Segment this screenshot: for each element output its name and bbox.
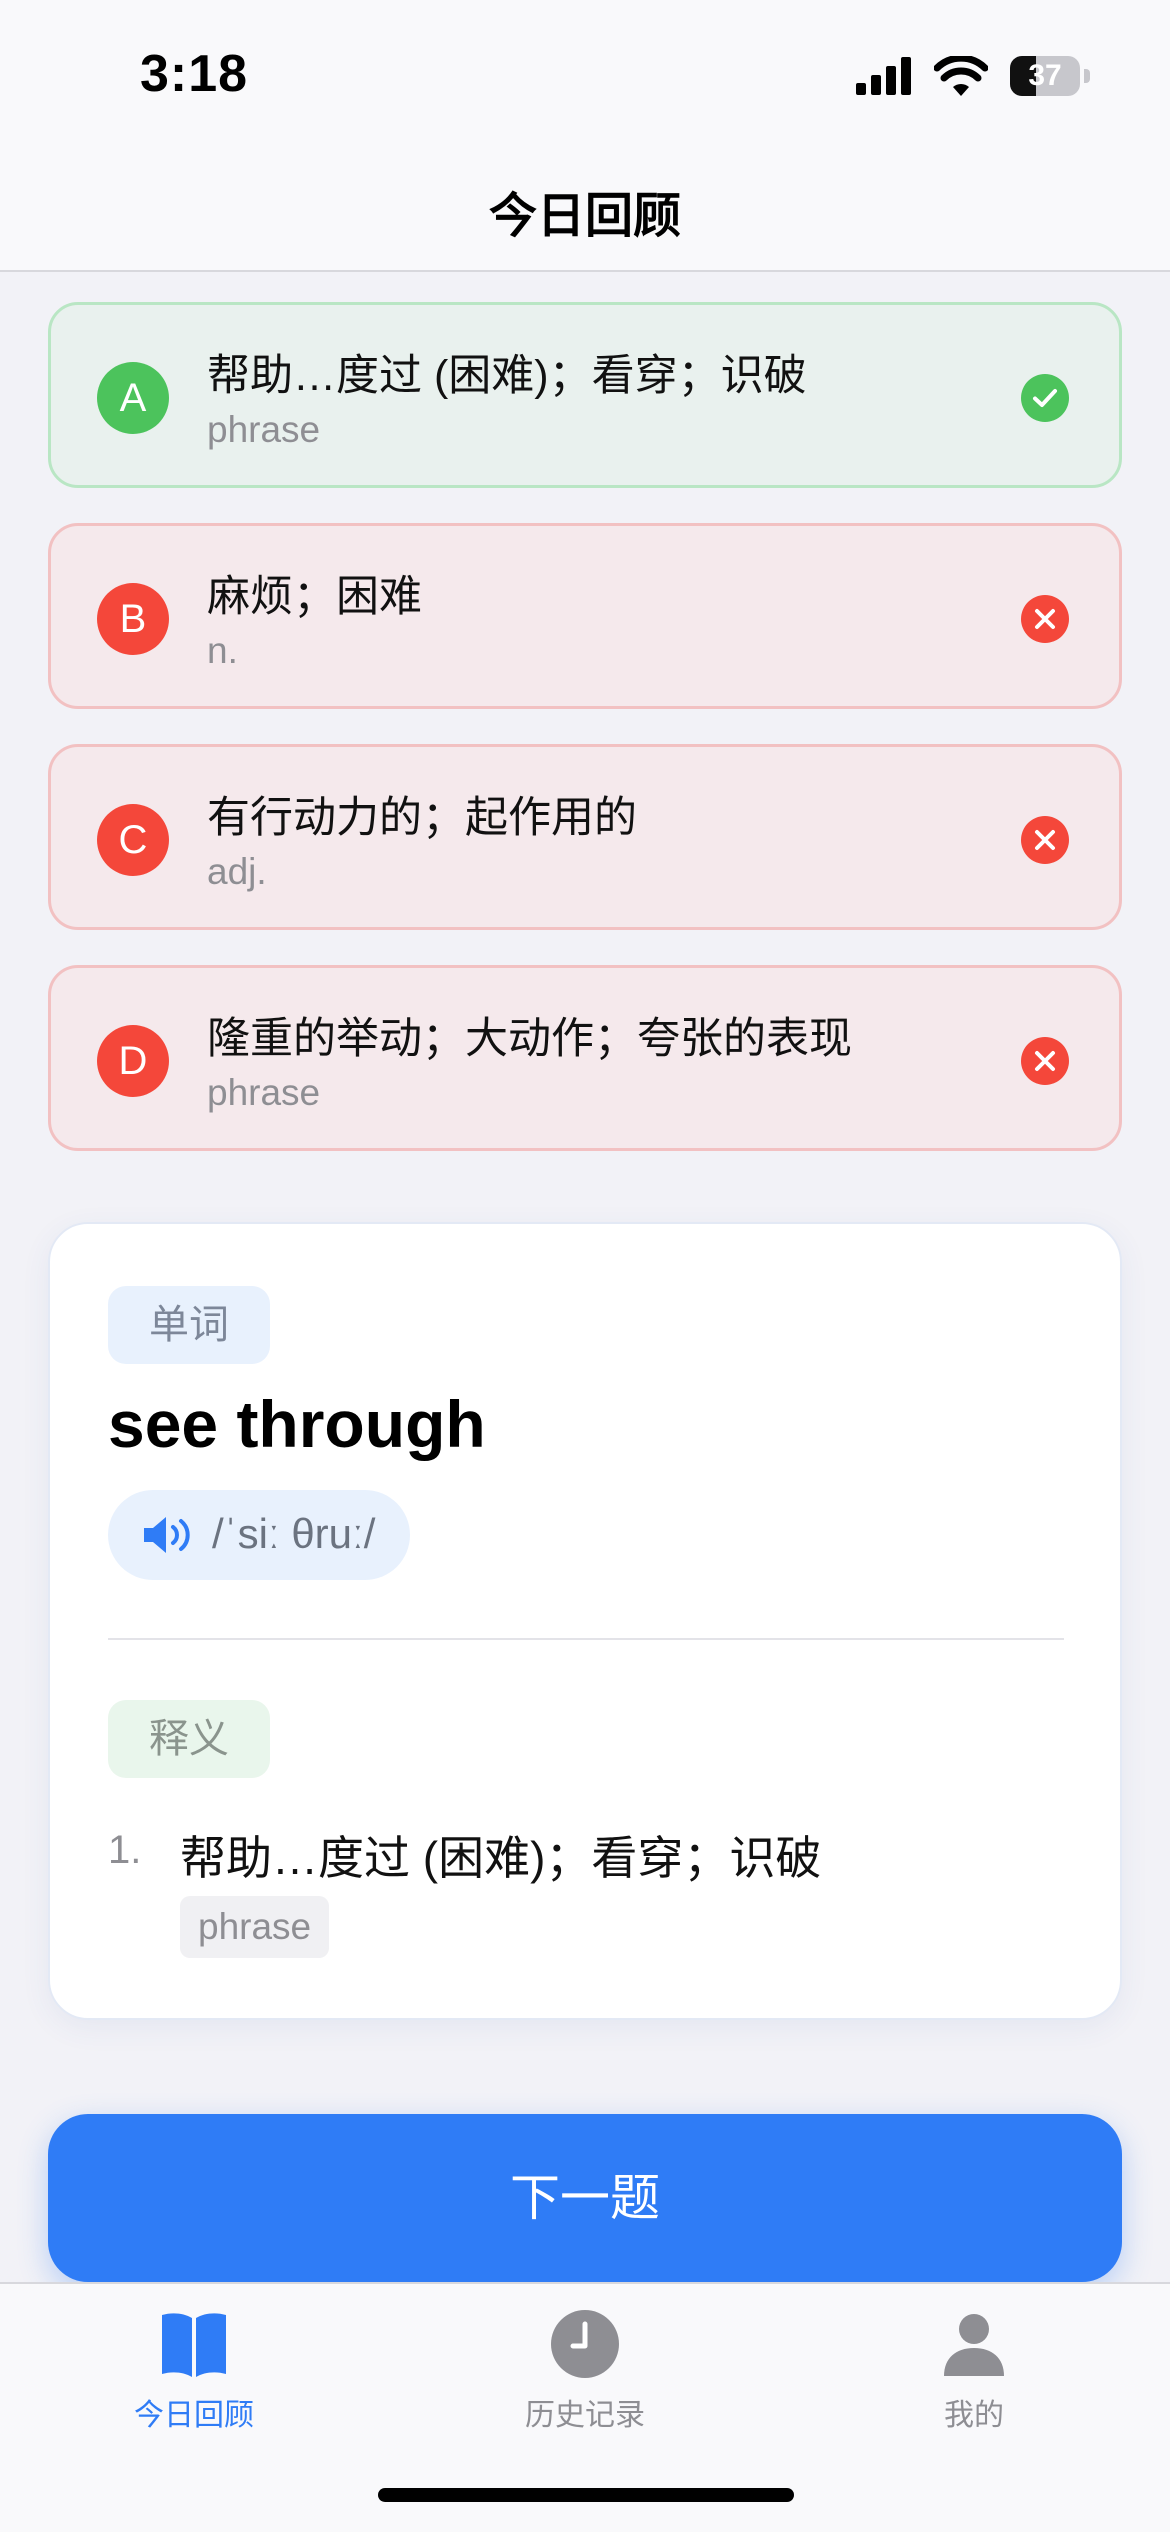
battery-icon: 37 (1010, 56, 1090, 96)
check-circle-icon (1021, 374, 1069, 422)
word-badge: 单词 (108, 1286, 270, 1364)
option-letter: C (97, 804, 169, 876)
tab-history[interactable]: 历史记录 (465, 2304, 705, 2444)
x-circle-icon (1021, 816, 1069, 864)
person-icon (944, 2314, 1004, 2376)
tab-label: 今日回顾 (134, 2399, 254, 2432)
definition-index: 1. (108, 1828, 142, 1872)
option-c[interactable]: C 有行动力的；起作用的 adj. (48, 744, 1122, 930)
wifi-icon (934, 56, 988, 96)
battery-level: 37 (1028, 59, 1062, 92)
status-icons: 37 (856, 56, 1090, 96)
option-part-of-speech: phrase (207, 409, 321, 450)
tab-today-review[interactable]: 今日回顾 (74, 2304, 314, 2444)
option-b[interactable]: B 麻烦；困难 n. (48, 523, 1122, 709)
x-circle-icon (1021, 595, 1069, 643)
clock-icon (551, 2310, 619, 2378)
option-text: 有行动力的；起作用的 (207, 794, 637, 842)
book-icon (162, 2313, 226, 2377)
tab-label: 历史记录 (525, 2399, 645, 2432)
option-letter: B (97, 583, 169, 655)
home-indicator[interactable] (378, 2488, 794, 2502)
option-part-of-speech: adj. (207, 851, 267, 892)
option-text: 麻烦；困难 (207, 573, 422, 621)
next-question-button[interactable]: 下一题 (48, 2114, 1122, 2282)
definition-part-of-speech: phrase (180, 1896, 330, 1958)
phonetic-text: /ˈsiː θruː/ (212, 1510, 376, 1557)
tab-label: 我的 (944, 2399, 1004, 2432)
cellular-signal-icon (856, 57, 911, 95)
option-text: 隆重的举动；大动作；夸张的表现 (207, 1015, 852, 1063)
option-part-of-speech: n. (207, 630, 238, 671)
option-part-of-speech: phrase (207, 1072, 321, 1113)
word-card: 单词 see through /ˈsiː θruː/ 释义 1. 帮助…度过 (… (48, 1222, 1122, 2020)
tab-profile[interactable]: 我的 (854, 2304, 1094, 2444)
navigation-bar: 今日回顾 (0, 150, 1170, 272)
option-letter: A (97, 362, 169, 434)
option-letter: D (97, 1025, 169, 1097)
status-bar: 3:18 37 (0, 0, 1170, 150)
speaker-icon (144, 1517, 190, 1553)
status-time: 3:18 (140, 45, 249, 103)
x-circle-icon (1021, 1037, 1069, 1085)
page-title: 今日回顾 (488, 190, 681, 243)
option-text: 帮助…度过 (困难)；看穿；识破 (207, 352, 807, 400)
definition-badge: 释义 (108, 1700, 270, 1778)
pronunciation-button[interactable]: /ˈsiː θruː/ (108, 1490, 410, 1580)
word-title: see through (108, 1387, 486, 1461)
definition-text: 帮助…度过 (困难)；看穿；识破 (180, 1832, 822, 1884)
option-a[interactable]: A 帮助…度过 (困难)；看穿；识破 phrase (48, 302, 1122, 488)
option-d[interactable]: D 隆重的举动；大动作；夸张的表现 phrase (48, 965, 1122, 1151)
divider (108, 1638, 1064, 1640)
